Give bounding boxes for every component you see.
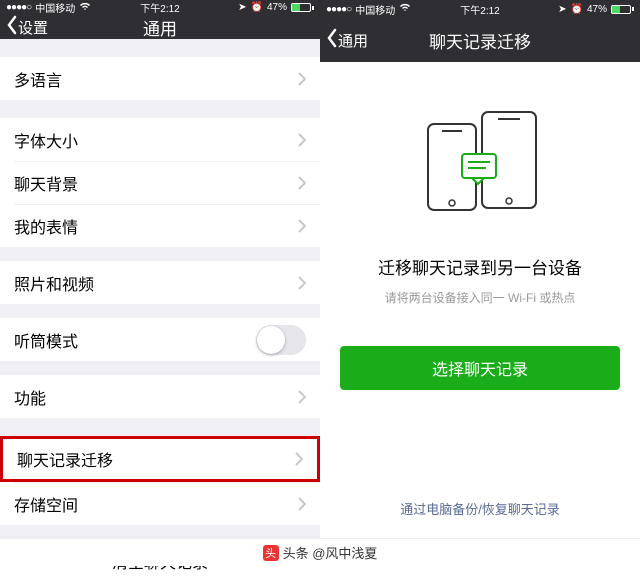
- row-label: 聊天记录迁移: [17, 447, 295, 471]
- chevron-right-icon: [298, 390, 306, 404]
- chevron-left-icon: [326, 28, 338, 52]
- time-label: 下午2:12: [140, 0, 179, 15]
- chevron-right-icon: [298, 72, 306, 86]
- signal-dots-icon: ●●●●○: [6, 2, 31, 13]
- select-chat-history-button[interactable]: 选择聊天记录: [340, 346, 620, 390]
- chevron-right-icon: [298, 133, 306, 147]
- row-label: 多语言: [14, 67, 298, 91]
- row-label: 听筒模式: [14, 328, 256, 352]
- chevron-left-icon: [6, 15, 18, 39]
- attribution-footer: 头 头条 @风中浅夏: [0, 538, 640, 566]
- battery-icon: [291, 3, 314, 12]
- row-features[interactable]: 功能: [0, 375, 320, 418]
- signal-dots-icon: ●●●●○: [326, 4, 351, 15]
- back-button[interactable]: 通用: [320, 28, 368, 52]
- page-title: 通用: [143, 15, 177, 40]
- nav-bar: 设置 通用: [0, 15, 320, 39]
- backup-via-pc-link[interactable]: 通过电脑备份/恢复聊天记录: [400, 499, 560, 518]
- attribution-text: 头条 @风中浅夏: [283, 543, 378, 562]
- carrier-label: 中国移动: [35, 0, 75, 15]
- time-label: 下午2:12: [460, 2, 499, 17]
- alarm-icon: ⏰: [251, 2, 263, 13]
- button-label: 选择聊天记录: [432, 356, 528, 380]
- row-storage[interactable]: 存储空间: [0, 482, 320, 525]
- row-label: 功能: [14, 385, 298, 409]
- row-language[interactable]: 多语言: [0, 57, 320, 100]
- location-icon: ➤: [238, 2, 246, 13]
- nav-bar: 通用 聊天记录迁移: [320, 18, 640, 62]
- wifi-icon: [79, 2, 91, 14]
- row-chat-background[interactable]: 聊天背景: [0, 161, 320, 204]
- screen-chat-migration: ●●●●○ 中国移动 下午2:12 ➤ ⏰ 47% 通用 聊天记录迁移: [320, 0, 640, 566]
- migration-heading: 迁移聊天记录到另一台设备: [378, 254, 582, 279]
- earpiece-toggle[interactable]: [256, 325, 306, 355]
- back-button[interactable]: 设置: [0, 15, 48, 39]
- row-earpiece-mode[interactable]: 听筒模式: [0, 318, 320, 361]
- screen-general-settings: ●●●●○ 中国移动 下午2:12 ➤ ⏰ 47% 设置 通用: [0, 0, 320, 566]
- wifi-icon: [399, 3, 411, 15]
- migration-subtext: 请将两台设备接入同一 Wi-Fi 或热点: [385, 289, 576, 306]
- back-label: 通用: [338, 30, 368, 51]
- row-font-size[interactable]: 字体大小: [0, 118, 320, 161]
- back-label: 设置: [18, 17, 48, 38]
- alarm-icon: ⏰: [571, 4, 583, 15]
- row-my-stickers[interactable]: 我的表情: [0, 204, 320, 247]
- location-icon: ➤: [558, 4, 566, 15]
- row-label: 字体大小: [14, 128, 298, 152]
- battery-pct: 47%: [267, 2, 287, 13]
- migration-body: 迁移聊天记录到另一台设备 请将两台设备接入同一 Wi-Fi 或热点 选择聊天记录…: [320, 62, 640, 566]
- battery-icon: [611, 5, 634, 14]
- settings-list: 多语言 字体大小 聊天背景 我的表情: [0, 39, 320, 582]
- phones-transfer-icon: [410, 104, 550, 224]
- row-label: 存储空间: [14, 492, 298, 516]
- row-label: 聊天背景: [14, 171, 298, 195]
- battery-pct: 47%: [587, 4, 607, 15]
- row-photos-videos[interactable]: 照片和视频: [0, 261, 320, 304]
- carrier-label: 中国移动: [355, 2, 395, 17]
- chevron-right-icon: [298, 497, 306, 511]
- row-label: 我的表情: [14, 214, 298, 238]
- chevron-right-icon: [298, 219, 306, 233]
- page-title: 聊天记录迁移: [429, 28, 531, 53]
- toutiao-icon: 头: [263, 545, 279, 561]
- chevron-right-icon: [298, 176, 306, 190]
- status-bar: ●●●●○ 中国移动 下午2:12 ➤ ⏰ 47%: [0, 0, 320, 15]
- chevron-right-icon: [298, 276, 306, 290]
- row-chat-migration[interactable]: 聊天记录迁移: [0, 436, 320, 482]
- row-label: 照片和视频: [14, 271, 298, 295]
- chevron-right-icon: [295, 452, 303, 466]
- status-bar: ●●●●○ 中国移动 下午2:12 ➤ ⏰ 47%: [320, 0, 640, 18]
